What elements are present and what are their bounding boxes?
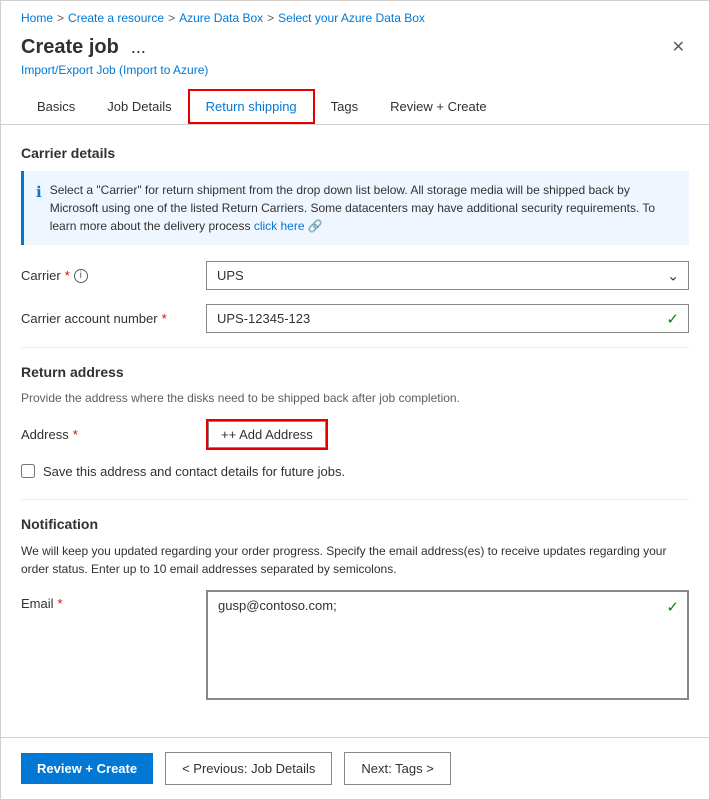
carrier-label: Carrier * i bbox=[21, 268, 196, 283]
save-address-checkbox[interactable] bbox=[21, 464, 35, 478]
add-address-btn-wrapper: + + Add Address bbox=[206, 419, 328, 450]
breadcrumb-create-resource[interactable]: Create a resource bbox=[68, 11, 164, 25]
account-number-row: Carrier account number * ✓ bbox=[21, 304, 689, 333]
address-label: Address * bbox=[21, 427, 196, 442]
email-textarea-wrapper: ✓ bbox=[206, 590, 689, 703]
carrier-details-title: Carrier details bbox=[21, 145, 689, 161]
notification-description: We will keep you updated regarding your … bbox=[21, 542, 689, 578]
info-text: Select a "Carrier" for return shipment f… bbox=[50, 181, 677, 235]
tab-basics[interactable]: Basics bbox=[21, 89, 91, 124]
carrier-field: UPS FedEx DHL bbox=[206, 261, 689, 290]
carrier-required: * bbox=[65, 268, 70, 283]
account-field: ✓ bbox=[206, 304, 689, 333]
tab-return-shipping[interactable]: Return shipping bbox=[188, 89, 315, 124]
account-label: Carrier account number * bbox=[21, 311, 196, 326]
footer: Review + Create < Previous: Job Details … bbox=[1, 737, 709, 799]
carrier-row: Carrier * i UPS FedEx DHL bbox=[21, 261, 689, 290]
breadcrumb-azure-data-box[interactable]: Azure Data Box bbox=[179, 11, 263, 25]
next-button[interactable]: Next: Tags > bbox=[344, 752, 450, 785]
breadcrumb: Home > Create a resource > Azure Data Bo… bbox=[1, 1, 709, 29]
email-label: Email * bbox=[21, 590, 196, 611]
ellipsis-button[interactable]: ... bbox=[127, 35, 150, 60]
previous-button[interactable]: < Previous: Job Details bbox=[165, 752, 332, 785]
breadcrumb-select-data-box[interactable]: Select your Azure Data Box bbox=[278, 11, 425, 25]
account-required: * bbox=[162, 311, 167, 326]
email-row: Email * ✓ bbox=[21, 590, 689, 703]
tabs-container: Basics Job Details Return shipping Tags … bbox=[1, 89, 709, 125]
divider-1 bbox=[21, 347, 689, 348]
divider-2 bbox=[21, 499, 689, 500]
info-box: ℹ Select a "Carrier" for return shipment… bbox=[21, 171, 689, 245]
return-address-description: Provide the address where the disks need… bbox=[21, 390, 689, 407]
email-required: * bbox=[58, 596, 63, 611]
address-row: Address * + + Add Address bbox=[21, 419, 689, 450]
email-valid-icon: ✓ bbox=[666, 598, 679, 616]
add-address-button[interactable]: + + Add Address bbox=[208, 421, 326, 448]
header-title-group: Create job ... bbox=[21, 35, 150, 60]
add-address-plus-icon: + bbox=[221, 427, 229, 442]
account-valid-icon: ✓ bbox=[666, 310, 679, 328]
notification-title: Notification bbox=[21, 516, 689, 532]
breadcrumb-home[interactable]: Home bbox=[21, 11, 53, 25]
carrier-info-icon[interactable]: i bbox=[74, 269, 88, 283]
header-row: Create job ... ✕ bbox=[1, 29, 709, 63]
email-textarea[interactable] bbox=[206, 590, 689, 700]
page-title: Create job bbox=[21, 36, 119, 59]
main-content: Carrier details ℹ Select a "Carrier" for… bbox=[1, 125, 709, 737]
tab-tags[interactable]: Tags bbox=[315, 89, 374, 124]
click-here-link[interactable]: click here bbox=[254, 219, 305, 233]
review-create-button[interactable]: Review + Create bbox=[21, 753, 153, 784]
address-field: + + Add Address bbox=[206, 419, 689, 450]
account-input[interactable] bbox=[206, 304, 689, 333]
tab-job-details[interactable]: Job Details bbox=[91, 89, 187, 124]
carrier-select[interactable]: UPS FedEx DHL bbox=[206, 261, 689, 290]
info-icon: ℹ bbox=[36, 182, 42, 205]
address-required: * bbox=[73, 427, 78, 442]
close-button[interactable]: ✕ bbox=[668, 33, 689, 61]
modal-container: Home > Create a resource > Azure Data Bo… bbox=[0, 0, 710, 800]
save-address-row: Save this address and contact details fo… bbox=[21, 464, 689, 479]
save-address-label[interactable]: Save this address and contact details fo… bbox=[43, 464, 345, 479]
page-subtitle[interactable]: Import/Export Job (Import to Azure) bbox=[1, 63, 709, 89]
return-address-title: Return address bbox=[21, 364, 689, 380]
tab-review-create[interactable]: Review + Create bbox=[374, 89, 502, 124]
